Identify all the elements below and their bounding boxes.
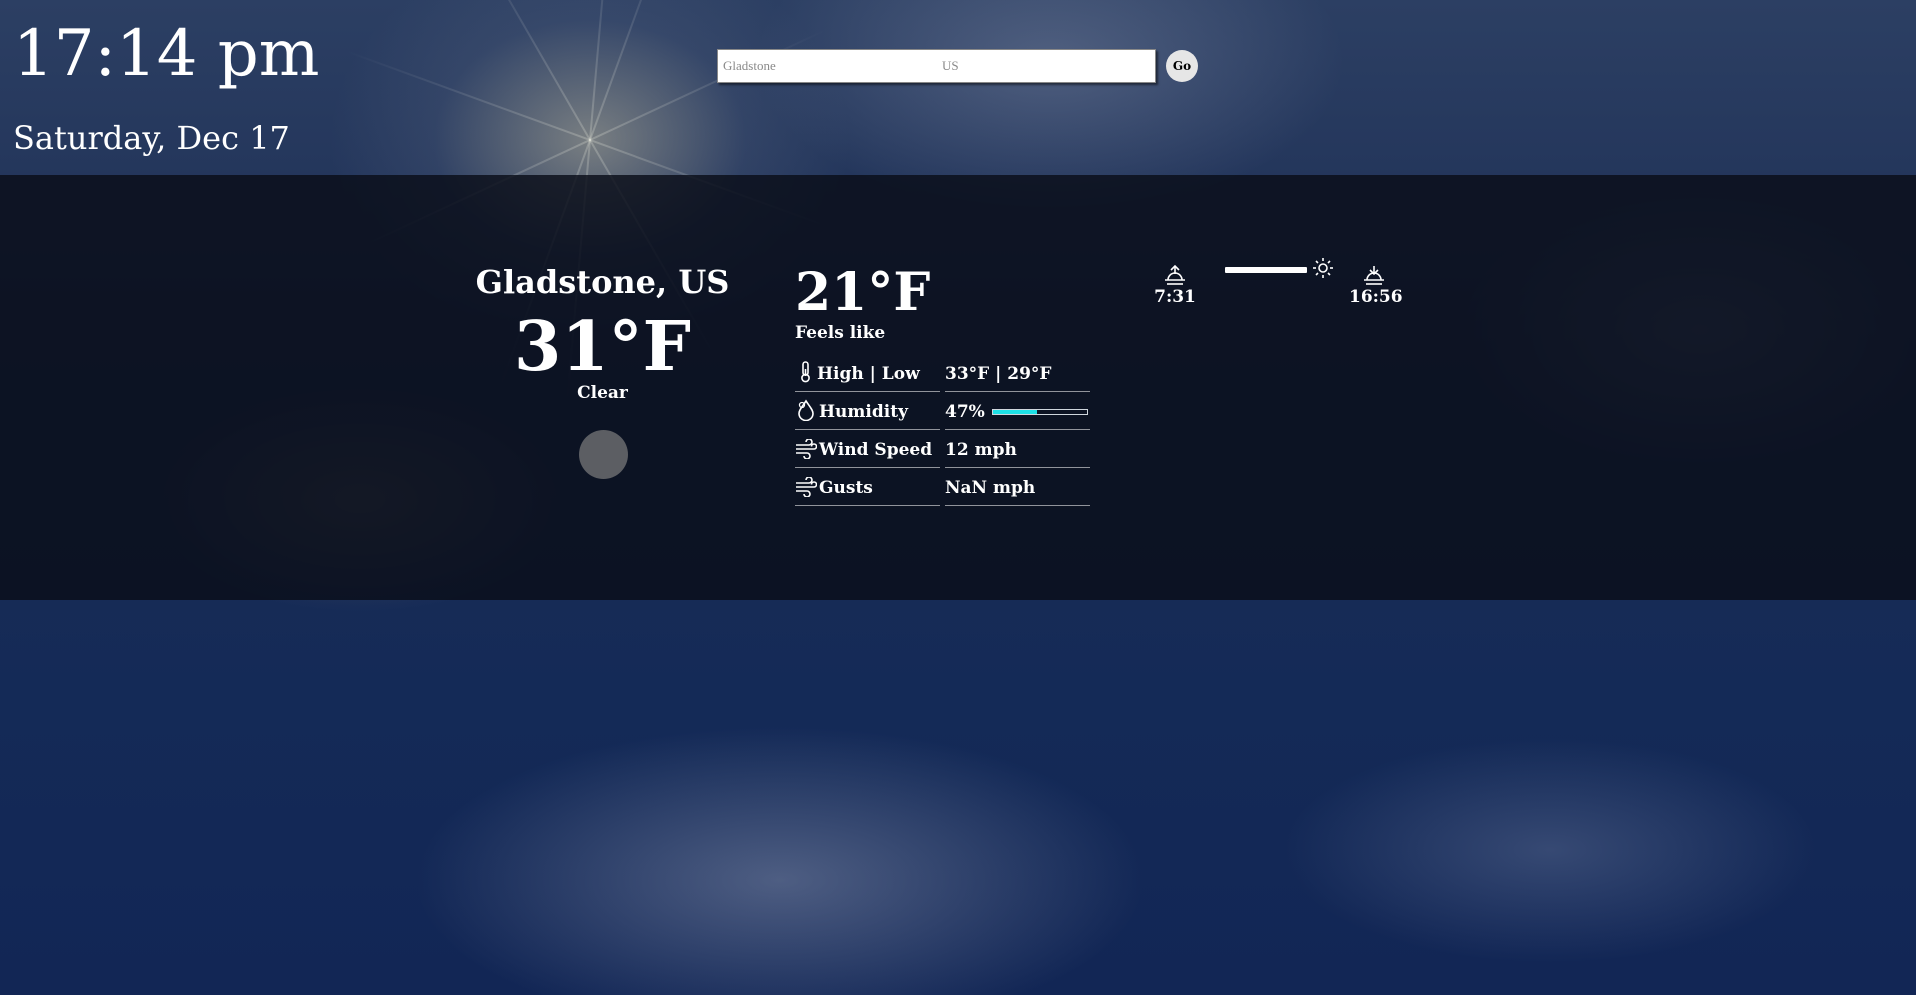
- detail-row-wind-speed: Wind Speed 12 mph: [795, 433, 1090, 471]
- sunset-icon: [1364, 266, 1384, 285]
- current-temperature: 31°F: [514, 307, 691, 387]
- daylight-progress-fill: [1225, 267, 1307, 273]
- clock-time: 17:14 pm: [13, 17, 320, 91]
- humidity-bar-fill: [993, 410, 1038, 414]
- sun-times: 7:31 16:56: [1150, 260, 1410, 320]
- go-button[interactable]: Go: [1166, 50, 1198, 82]
- detail-label: Gusts: [819, 478, 873, 498]
- detail-value: NaN mph: [945, 471, 1090, 506]
- detail-label-cell: High | Low: [795, 357, 940, 392]
- detail-label: Humidity: [819, 402, 908, 422]
- wind-icon: [796, 476, 818, 498]
- detail-row-high-low: High | Low 33°F | 29°F: [795, 357, 1090, 395]
- detail-row-gusts: Gusts NaN mph: [795, 471, 1090, 509]
- sunset-time: 16:56: [1349, 287, 1403, 307]
- detail-label: Wind Speed: [819, 440, 933, 460]
- feels-like-value: 21°F: [795, 262, 931, 323]
- location-title: Gladstone, US: [475, 263, 730, 301]
- condition-text: Clear: [577, 383, 628, 403]
- detail-row-humidity: Humidity 47%: [795, 395, 1090, 433]
- detail-value: 33°F | 29°F: [945, 357, 1090, 392]
- sunrise-time: 7:31: [1154, 287, 1196, 307]
- weather-details-table: High | Low 33°F | 29°F Humidity 47% Wind…: [795, 357, 1090, 509]
- city-input[interactable]: [723, 56, 933, 76]
- detail-label-cell: Wind Speed: [795, 433, 940, 468]
- detail-label-cell: Humidity: [795, 395, 940, 430]
- country-input[interactable]: [942, 56, 1142, 76]
- sunrise: 7:31: [1150, 260, 1200, 308]
- wind-icon: [796, 438, 818, 460]
- feels-like-label: Feels like: [795, 323, 886, 343]
- detail-value: 47%: [945, 402, 985, 422]
- sunset: 16:56: [1349, 260, 1403, 308]
- clock-date: Saturday, Dec 17: [13, 119, 290, 157]
- search-bar: [717, 49, 1156, 83]
- droplet-icon: [798, 399, 814, 422]
- detail-label: High | Low: [817, 364, 920, 384]
- detail-label-cell: Gusts: [795, 471, 940, 506]
- detail-value-cell: 47%: [945, 395, 1090, 430]
- detail-value: 12 mph: [945, 433, 1090, 468]
- weather-icon-placeholder: [579, 430, 628, 479]
- humidity-bar: [992, 409, 1088, 415]
- thermometer-icon: [801, 361, 810, 383]
- sun-icon: [1312, 257, 1334, 283]
- sunrise-icon: [1165, 264, 1185, 285]
